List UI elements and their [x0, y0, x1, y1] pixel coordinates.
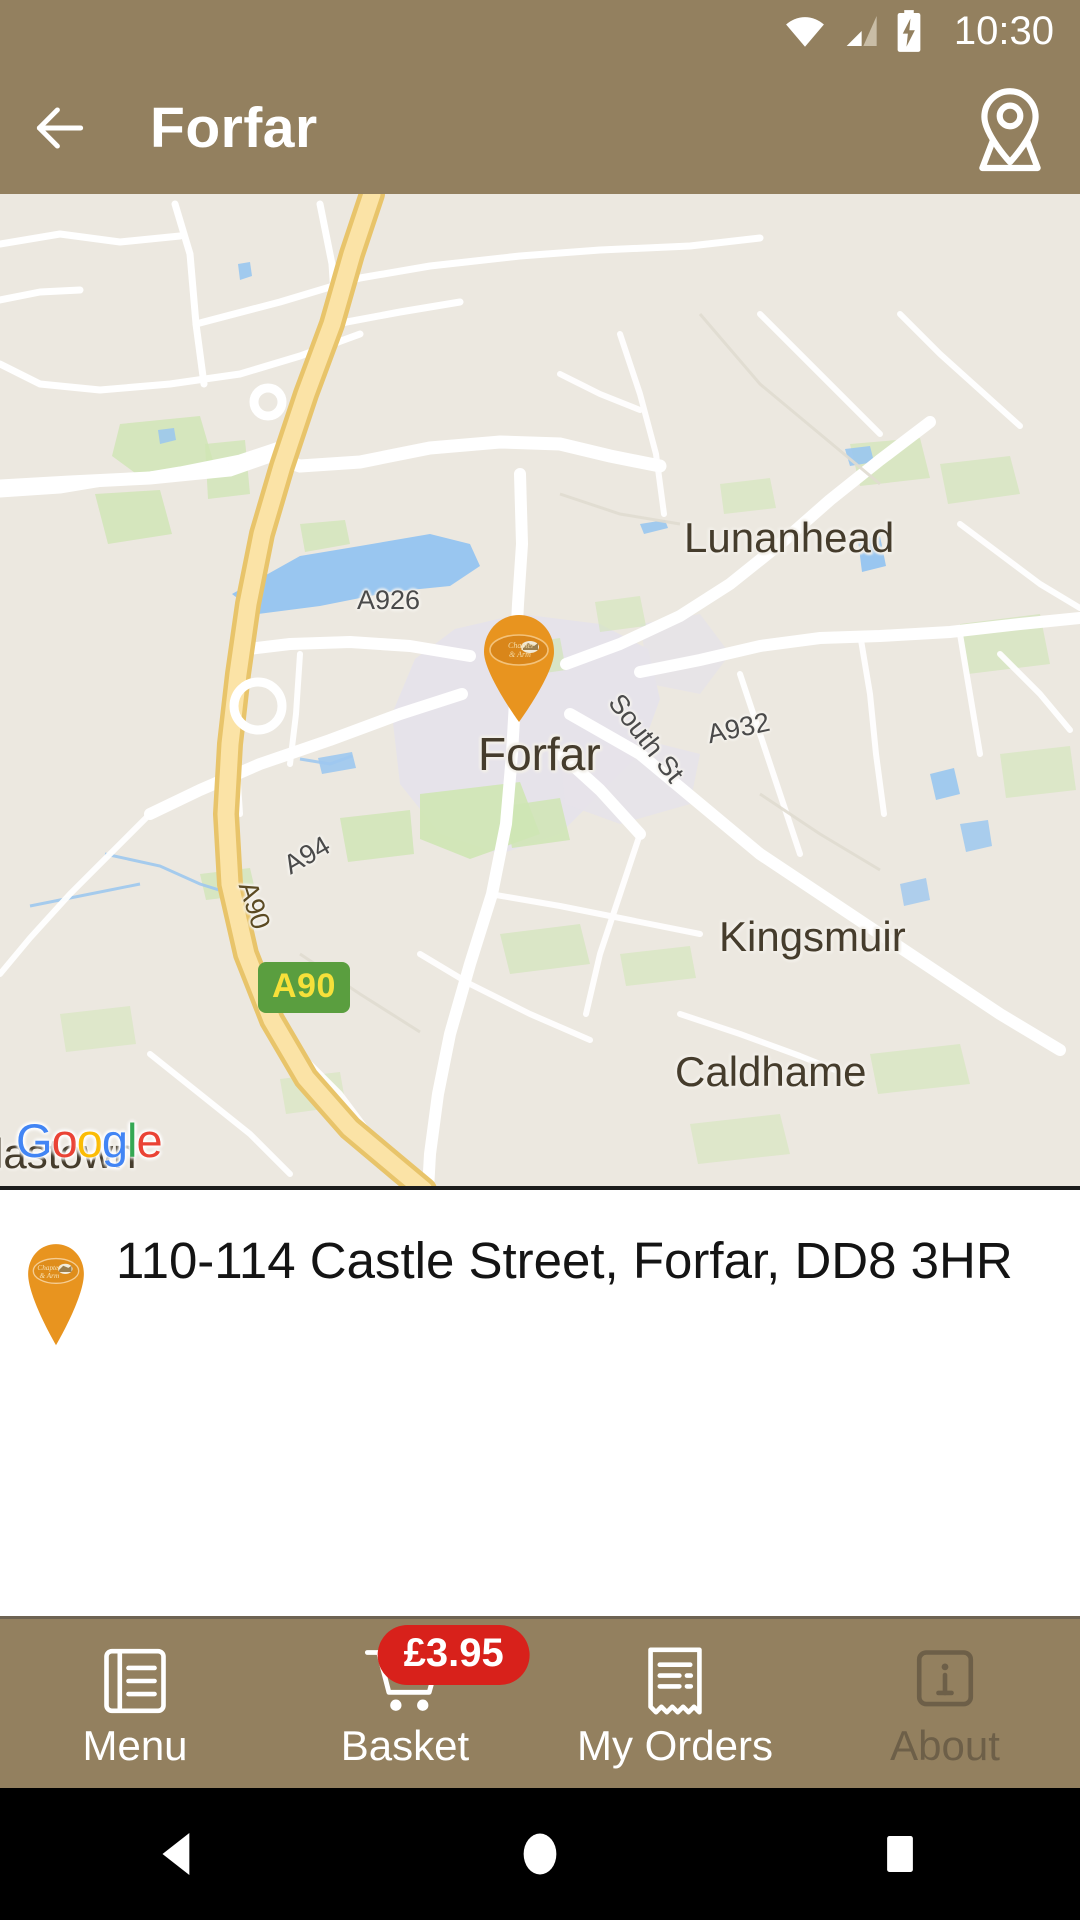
map-canvas [0, 194, 1080, 1186]
battery-charging-icon [897, 10, 921, 52]
google-letter-g: G [16, 1114, 53, 1167]
google-letter-g2: g [101, 1114, 128, 1167]
nav-item-about[interactable]: About [810, 1619, 1080, 1788]
square-recents-icon [887, 1836, 913, 1872]
bottom-navigation-bar: Menu £3.95 Basket My Orders About [0, 1616, 1080, 1788]
address-row: Chapter & Arm 110-114 Castle Street, For… [0, 1190, 1080, 1347]
nav-icon-wrap-about [909, 1644, 981, 1718]
back-button[interactable] [0, 62, 120, 194]
nav-label-basket: Basket [340, 1721, 470, 1769]
status-bar-icons: 10:30 [784, 9, 1054, 54]
location-details-panel: Chapter & Arm 110-114 Castle Street, For… [0, 1190, 1080, 1620]
app-screen: 10:30 Forfar Lunanhead Forfar Kingsmuir … [0, 0, 1080, 1920]
google-letter-e: e [136, 1114, 162, 1167]
info-icon [916, 1649, 974, 1706]
android-back-button[interactable] [80, 1788, 280, 1920]
google-letter-o2: o [76, 1114, 103, 1167]
location-pin-icon: Chapter & Arm [28, 1244, 84, 1346]
android-home-button[interactable] [440, 1788, 640, 1920]
menu-book-icon [104, 1648, 166, 1713]
receipt-icon [648, 1646, 702, 1715]
android-navigation-bar [0, 1788, 1080, 1920]
address-text: 110-114 Castle Street, Forfar, DD8 3HR [116, 1232, 1013, 1289]
google-attribution: Google [16, 1113, 163, 1168]
arrow-left-icon [36, 107, 84, 149]
nav-label-about: About [890, 1721, 1000, 1769]
google-letter-o1: o [51, 1114, 78, 1167]
cellular-signal-icon [846, 16, 877, 46]
android-recents-button[interactable] [800, 1788, 1000, 1920]
nav-label-menu: Menu [82, 1721, 188, 1769]
map-view[interactable]: Lunanhead Forfar Kingsmuir Caldhame last… [0, 194, 1080, 1190]
svg-text:Chapter: Chapter [37, 1264, 61, 1272]
page-title: Forfar [150, 96, 318, 160]
nav-icon-wrap-my-orders [638, 1644, 712, 1718]
basket-total-badge: £3.95 [377, 1625, 530, 1685]
wifi-icon [785, 17, 824, 47]
nav-item-menu[interactable]: Menu [0, 1619, 270, 1788]
triangle-back-icon [162, 1833, 190, 1875]
nav-item-my-orders[interactable]: My Orders [540, 1619, 810, 1788]
map-location-button[interactable] [950, 62, 1080, 194]
nav-label-my-orders: My Orders [576, 1721, 773, 1769]
nav-icon-wrap-menu [97, 1644, 173, 1718]
nav-item-basket[interactable]: £3.95 Basket [270, 1619, 540, 1788]
circle-home-icon [523, 1833, 557, 1875]
map-location-pin-icon [979, 88, 1041, 172]
status-bar: 10:30 [0, 0, 1080, 62]
status-bar-clock: 10:30 [953, 8, 1054, 53]
app-bar: Forfar [0, 62, 1080, 194]
svg-text:& Arm: & Arm [39, 1272, 59, 1280]
